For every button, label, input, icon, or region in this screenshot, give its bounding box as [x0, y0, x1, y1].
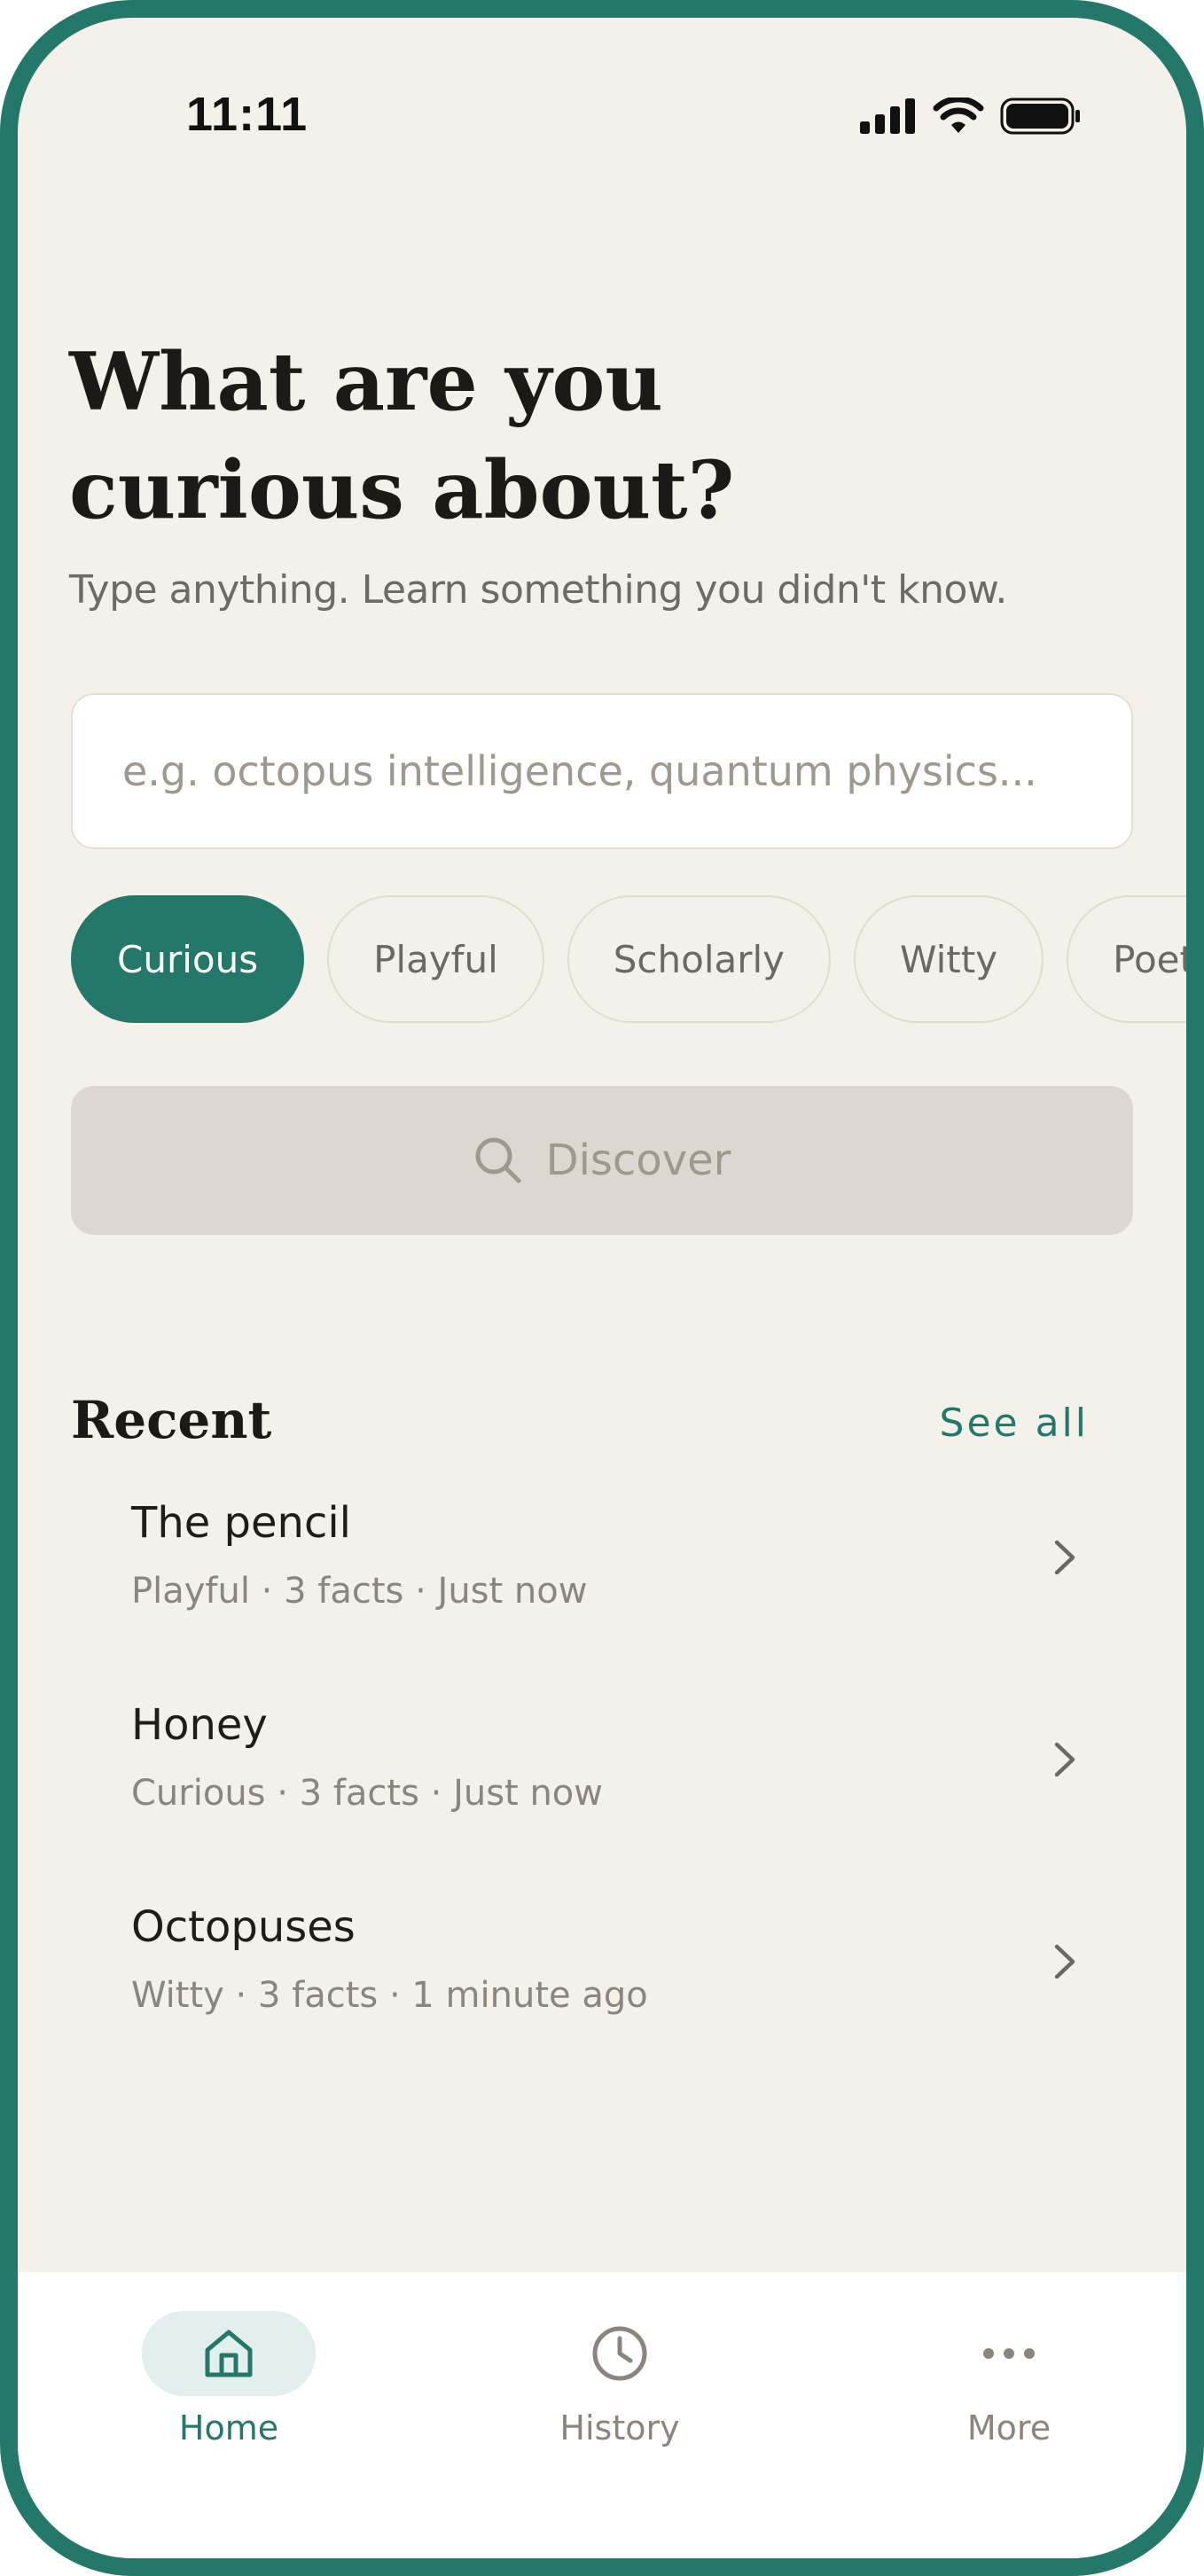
list-item-meta: Curious · 3 facts · Just now — [131, 1773, 603, 1814]
recent-list: The pencil Playful · 3 facts · Just now … — [71, 1489, 1133, 2096]
discover-button-label: Discover — [545, 1136, 731, 1185]
home-icon — [205, 2330, 253, 2377]
search-icon — [475, 1137, 521, 1183]
nav-more-pill — [922, 2311, 1096, 2396]
nav-home-pill — [142, 2311, 316, 2396]
nav-more-label: More — [966, 2408, 1052, 2447]
phone-frame: 11:11 What are you curious about? Type a… — [0, 0, 1204, 2576]
discover-button[interactable]: Discover — [71, 1086, 1133, 1235]
tone-chip-poetic[interactable]: Poetic — [1067, 895, 1186, 1023]
page-title: What are you curious about? — [69, 328, 1133, 544]
recent-section-title: Recent — [71, 1390, 272, 1450]
list-item-title: Honey — [131, 1700, 268, 1750]
nav-item-history[interactable]: History — [487, 2311, 753, 2447]
tone-chips: Curious Playful Scholarly Witty Poetic — [71, 895, 1186, 1025]
more-icon — [983, 2348, 1035, 2359]
page-subtitle: Type anything. Learn something you didn'… — [69, 567, 1007, 613]
screen: 11:11 What are you curious about? Type a… — [18, 18, 1186, 2558]
wifi-icon — [933, 98, 984, 133]
tone-chip-playful[interactable]: Playful — [327, 895, 544, 1023]
nav-history-label: History — [559, 2408, 680, 2447]
chevron-right-icon — [1054, 1742, 1075, 1777]
topic-search-input[interactable] — [71, 693, 1133, 849]
page-title-line-1: What are you — [69, 335, 663, 429]
bottom-nav: Home History More — [18, 2272, 1186, 2558]
list-item-title: Octopuses — [131, 1902, 356, 1952]
nav-history-pill — [533, 2311, 707, 2396]
nav-item-home[interactable]: Home — [96, 2311, 362, 2447]
list-item-meta: Witty · 3 facts · 1 minute ago — [131, 1975, 648, 2016]
list-item-meta: Playful · 3 facts · Just now — [131, 1571, 588, 1612]
status-time: 11:11 — [186, 88, 309, 141]
list-item[interactable]: Octopuses Witty · 3 facts · 1 minute ago — [71, 1893, 1133, 2096]
see-all-link[interactable]: See all — [940, 1401, 1089, 1446]
tone-chip-witty[interactable]: Witty — [854, 895, 1044, 1023]
list-item[interactable]: Honey Curious · 3 facts · Just now — [71, 1691, 1133, 1893]
nav-home-label: Home — [178, 2408, 279, 2447]
chevron-right-icon — [1054, 1944, 1075, 1979]
cellular-signal-icon — [860, 98, 915, 134]
page-title-line-2: curious about? — [69, 443, 735, 537]
chevron-right-icon — [1054, 1540, 1075, 1575]
tone-chip-scholarly[interactable]: Scholarly — [567, 895, 832, 1023]
list-item[interactable]: The pencil Playful · 3 facts · Just now — [71, 1489, 1133, 1691]
list-item-title: The pencil — [131, 1498, 352, 1548]
clock-icon — [592, 2326, 647, 2381]
tone-chip-curious[interactable]: Curious — [71, 895, 305, 1023]
status-icons — [860, 98, 1082, 135]
nav-item-more[interactable]: More — [876, 2311, 1142, 2447]
battery-icon — [1000, 98, 1080, 135]
